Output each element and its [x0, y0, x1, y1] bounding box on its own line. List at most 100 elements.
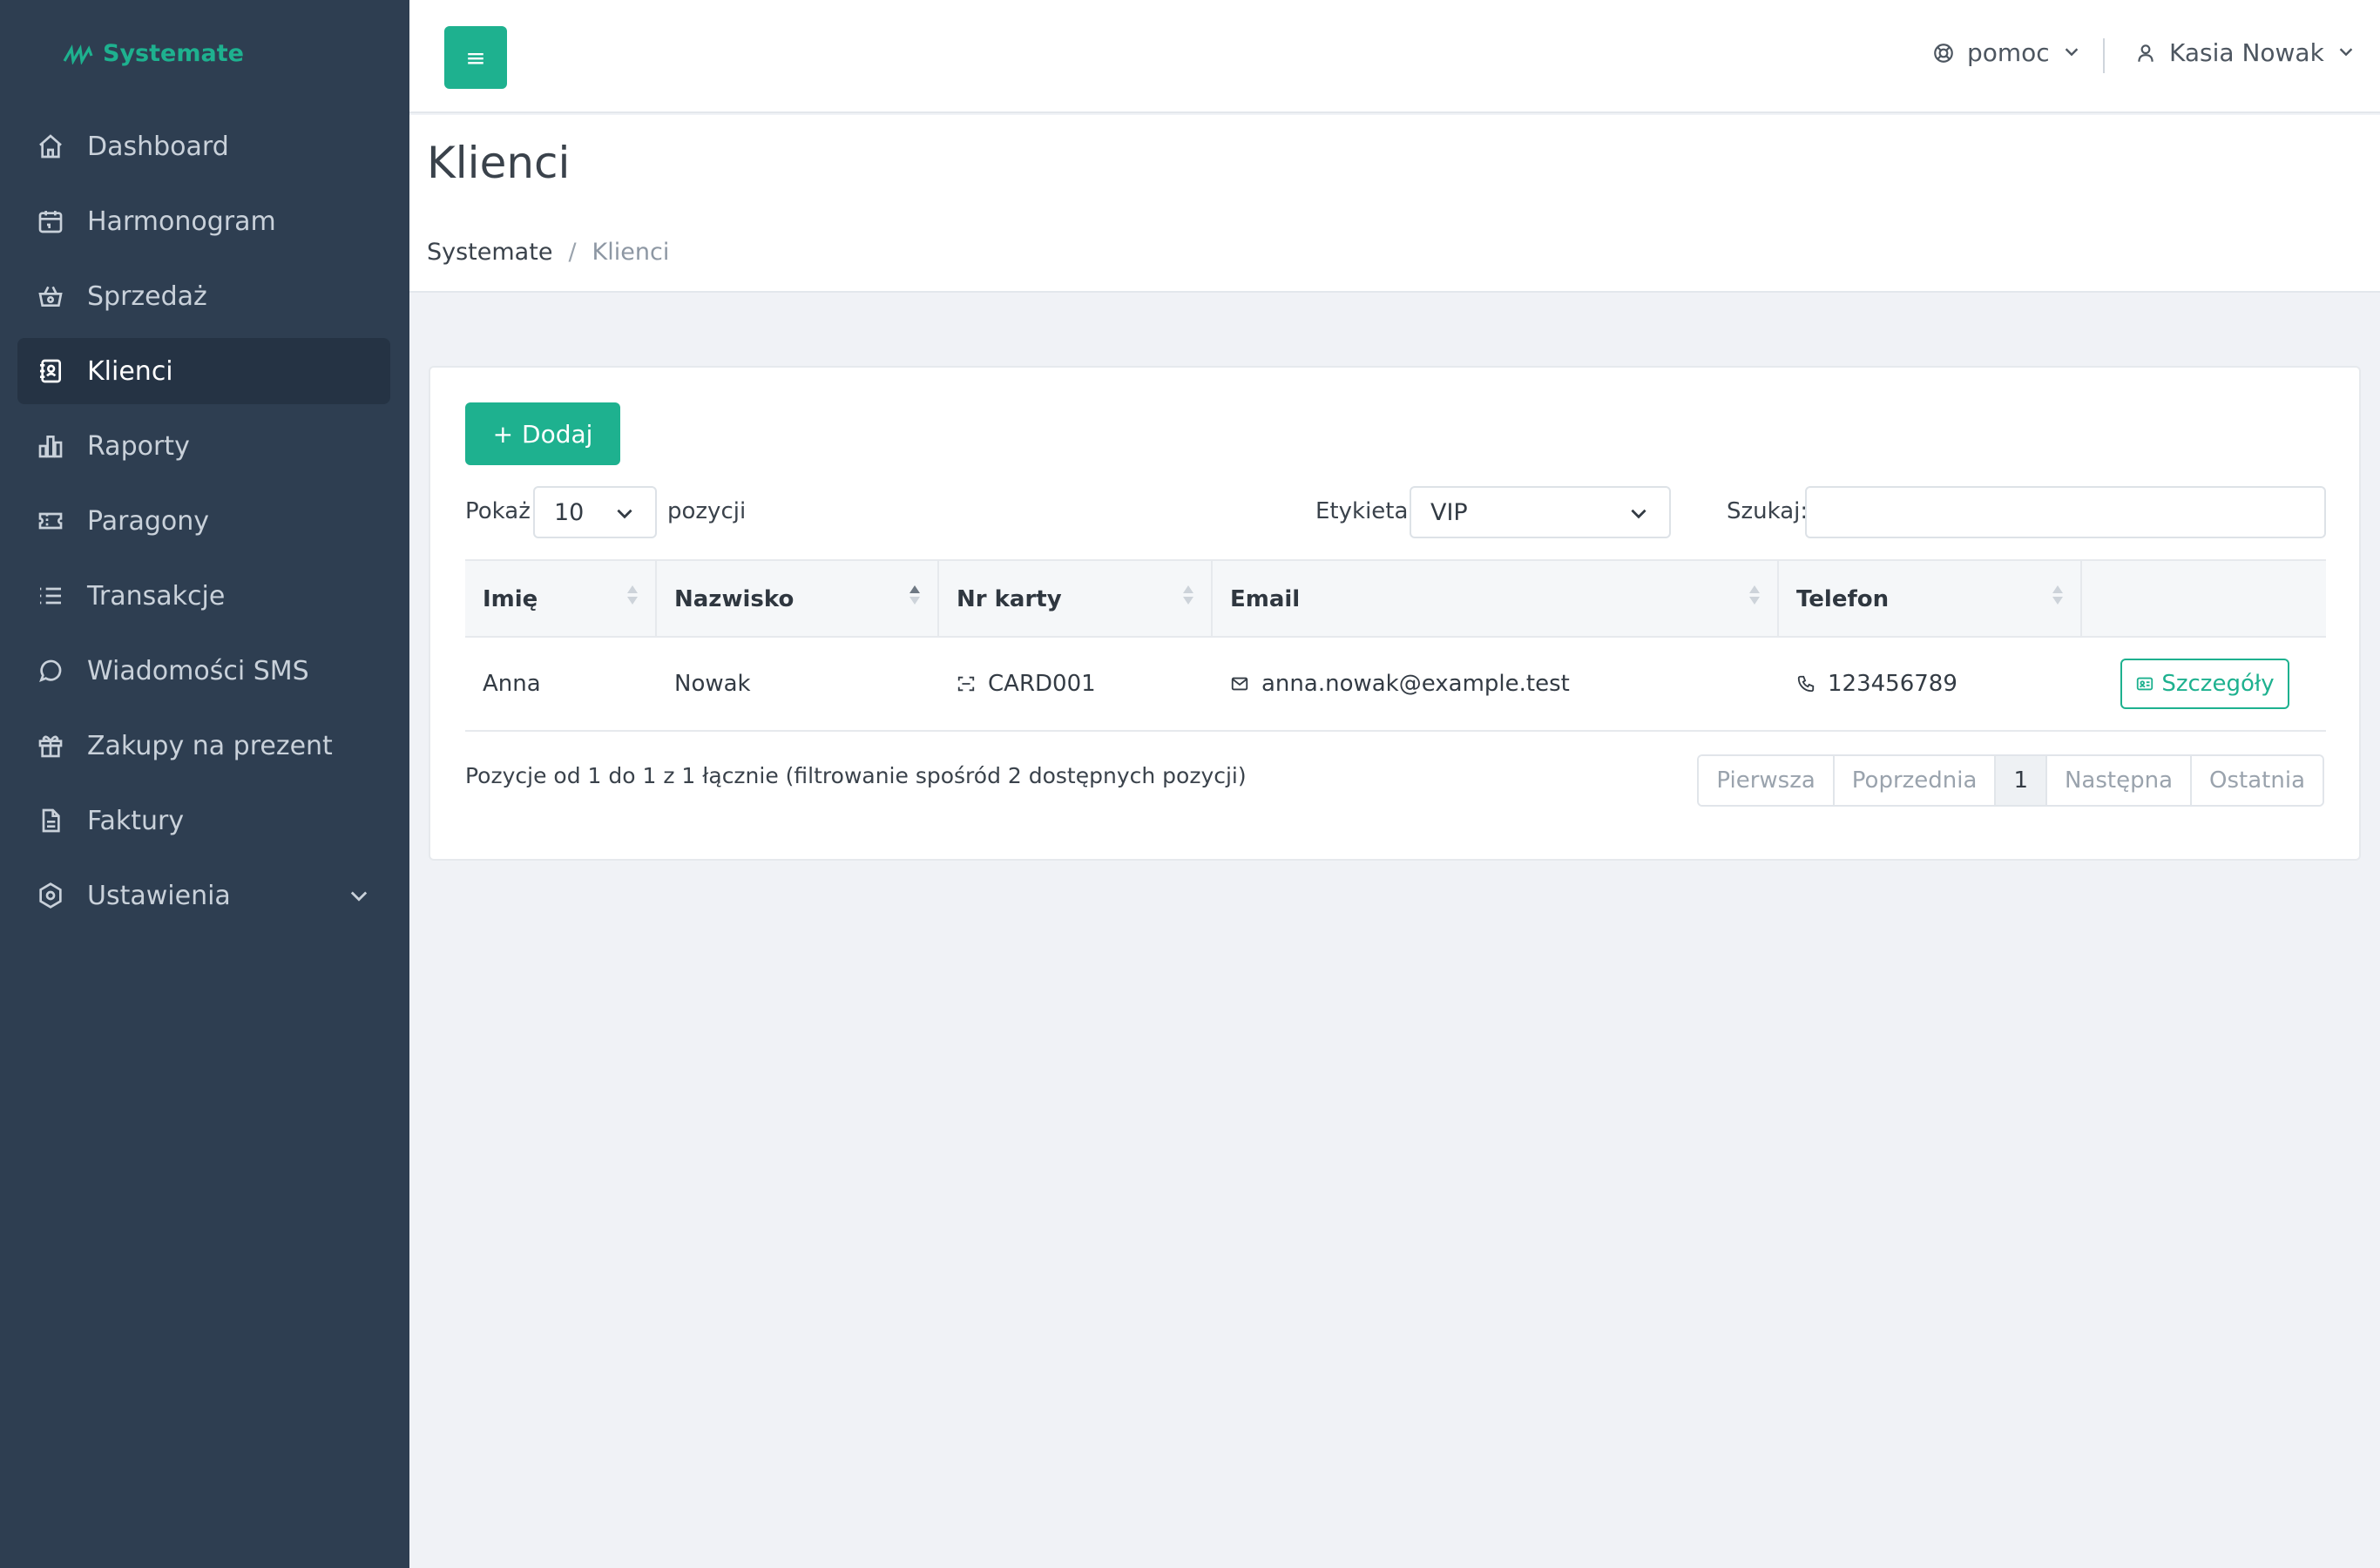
pagination-first[interactable]: Pierwsza	[1699, 756, 1835, 805]
sidebar-item-wiadomosci-sms[interactable]: Wiadomości SMS	[17, 638, 390, 704]
clients-table: Imię Nazwisko Nr karty Email Telefon Ann…	[465, 559, 2326, 732]
sidebar-item-dashboard[interactable]: Dashboard	[17, 113, 390, 179]
sort-icon	[627, 585, 638, 605]
column-title: Telefon	[1796, 586, 1890, 612]
lifebuoy-icon	[1934, 43, 1953, 63]
cell-card-number: CARD001	[939, 638, 1213, 730]
column-header-phone[interactable]: Telefon	[1779, 561, 2082, 638]
sidebar-item-label: Wiadomości SMS	[87, 655, 309, 686]
contacts-icon	[35, 355, 66, 387]
user-name: Kasia Nowak	[2169, 38, 2324, 67]
sidebar-item-faktury[interactable]: Faktury	[17, 787, 390, 854]
sidebar-item-label: Sprzedaż	[87, 280, 207, 312]
pagination: Pierwsza Poprzednia 1 Następna Ostatnia	[1697, 754, 2324, 807]
table-controls: Pokaż 10 pozycji Etykieta VIP Szukaj:	[465, 486, 2326, 538]
breadcrumb-separator: /	[568, 239, 577, 266]
chevron-down-icon	[2336, 38, 2356, 67]
pagination-next[interactable]: Następna	[2046, 756, 2193, 805]
breadcrumb: Systemate / Klienci	[427, 239, 669, 266]
column-header-last-name[interactable]: Nazwisko	[657, 561, 939, 638]
details-button[interactable]: Szczegóły	[2120, 659, 2289, 709]
sort-icon	[1183, 585, 1193, 605]
pagination-previous[interactable]: Poprzednia	[1834, 756, 1997, 805]
breadcrumb-current: Klienci	[592, 239, 670, 266]
sidebar-item-raporty[interactable]: Raporty	[17, 413, 390, 479]
sidebar-item-transakcje[interactable]: Transakcje	[17, 563, 390, 629]
chat-icon	[35, 655, 66, 686]
gift-icon	[35, 730, 66, 761]
bar-chart-icon	[35, 430, 66, 462]
sidebar-item-label: Raporty	[87, 430, 190, 462]
cell-email: anna.nowak@example.test	[1213, 638, 1779, 730]
card-number: CARD001	[988, 671, 1096, 697]
sort-icon	[2052, 585, 2063, 605]
phone-value: 123456789	[1828, 671, 1957, 697]
topbar-divider	[2103, 38, 2105, 73]
sidebar-item-label: Faktury	[87, 805, 185, 836]
column-title: Email	[1230, 586, 1301, 612]
sidebar-item-label: Ustawienia	[87, 880, 231, 911]
tag-filter-label: Etykieta	[1315, 498, 1409, 524]
document-icon	[35, 805, 66, 836]
sidebar-item-label: Dashboard	[87, 131, 229, 162]
column-header-actions	[2082, 561, 2326, 638]
entries-label: pozycji	[667, 498, 747, 524]
sort-ascending-icon	[909, 585, 920, 605]
list-icon	[35, 580, 66, 612]
id-card-icon	[2137, 677, 2153, 691]
column-header-card-number[interactable]: Nr karty	[939, 561, 1213, 638]
ticket-icon	[35, 505, 66, 537]
add-client-button[interactable]: + Dodaj	[465, 402, 620, 465]
chevron-down-icon	[613, 502, 636, 524]
clients-card: + Dodaj Pokaż 10 pozycji Etykieta VIP Sz…	[429, 366, 2361, 861]
settings-icon	[35, 880, 66, 911]
hamburger-icon: ≡	[465, 43, 486, 72]
user-menu[interactable]: Kasia Nowak	[2134, 38, 2356, 67]
chevron-down-icon[interactable]	[347, 883, 371, 908]
details-button-label: Szczegóły	[2161, 671, 2275, 697]
column-title: Imię	[483, 586, 538, 612]
sidebar-item-klienci[interactable]: Klienci	[17, 338, 390, 404]
page-size-value: 10	[554, 498, 585, 526]
sidebar-item-harmonogram[interactable]: Harmonogram	[17, 188, 390, 254]
home-icon	[35, 131, 66, 162]
phone-icon	[1797, 675, 1815, 693]
sidebar-item-ustawienia[interactable]: Ustawienia	[17, 862, 390, 929]
help-menu[interactable]: pomoc	[1932, 38, 2081, 67]
sidebar-item-sprzedaz[interactable]: Sprzedaż	[17, 263, 390, 329]
search-input[interactable]	[1805, 486, 2326, 538]
column-header-email[interactable]: Email	[1213, 561, 1779, 638]
breadcrumb-home-link[interactable]: Systemate	[427, 239, 552, 266]
add-button-label: Dodaj	[522, 419, 593, 449]
column-header-first-name[interactable]: Imię	[465, 561, 657, 638]
envelope-icon	[1231, 677, 1248, 691]
sidebar-item-zakupy-na-prezent[interactable]: Zakupy na prezent	[17, 713, 390, 779]
menu-toggle-button[interactable]: ≡	[444, 26, 507, 89]
table-header: Imię Nazwisko Nr karty Email Telefon	[465, 559, 2326, 638]
user-icon	[2138, 44, 2153, 62]
sidebar-item-label: Paragony	[87, 505, 210, 537]
sort-icon	[1749, 585, 1760, 605]
sidebar-item-label: Klienci	[87, 355, 173, 387]
brand-name: Systemate	[103, 40, 244, 67]
cell-first-name: Anna	[483, 671, 541, 697]
sidebar-nav: Dashboard Harmonogram Sprzedaż Klienci R…	[17, 113, 390, 937]
sidebar-item-label: Transakcje	[87, 580, 226, 612]
column-title: Nazwisko	[674, 586, 794, 612]
scan-card-icon	[957, 676, 975, 692]
sidebar-item-paragony[interactable]: Paragony	[17, 488, 390, 554]
basket-icon	[35, 280, 66, 312]
tag-filter-select[interactable]: VIP	[1410, 486, 1671, 538]
sidebar-item-label: Harmonogram	[87, 206, 276, 237]
pagination-page-current[interactable]: 1	[1996, 756, 2047, 805]
chevron-down-icon	[1627, 502, 1650, 524]
topbar: ≡ pomoc Kasia Nowak	[409, 0, 2380, 113]
pagination-last[interactable]: Ostatnia	[2192, 756, 2323, 805]
table-info: Pozycje od 1 do 1 z 1 łącznie (filtrowan…	[465, 763, 1247, 788]
help-label: pomoc	[1967, 38, 2050, 67]
cell-phone: 123456789	[1779, 638, 2082, 730]
sidebar-item-label: Zakupy na prezent	[87, 730, 333, 761]
page-size-select[interactable]: 10	[533, 486, 657, 538]
brand-logo[interactable]: Systemate	[63, 40, 244, 67]
page-title: Klienci	[427, 138, 571, 188]
